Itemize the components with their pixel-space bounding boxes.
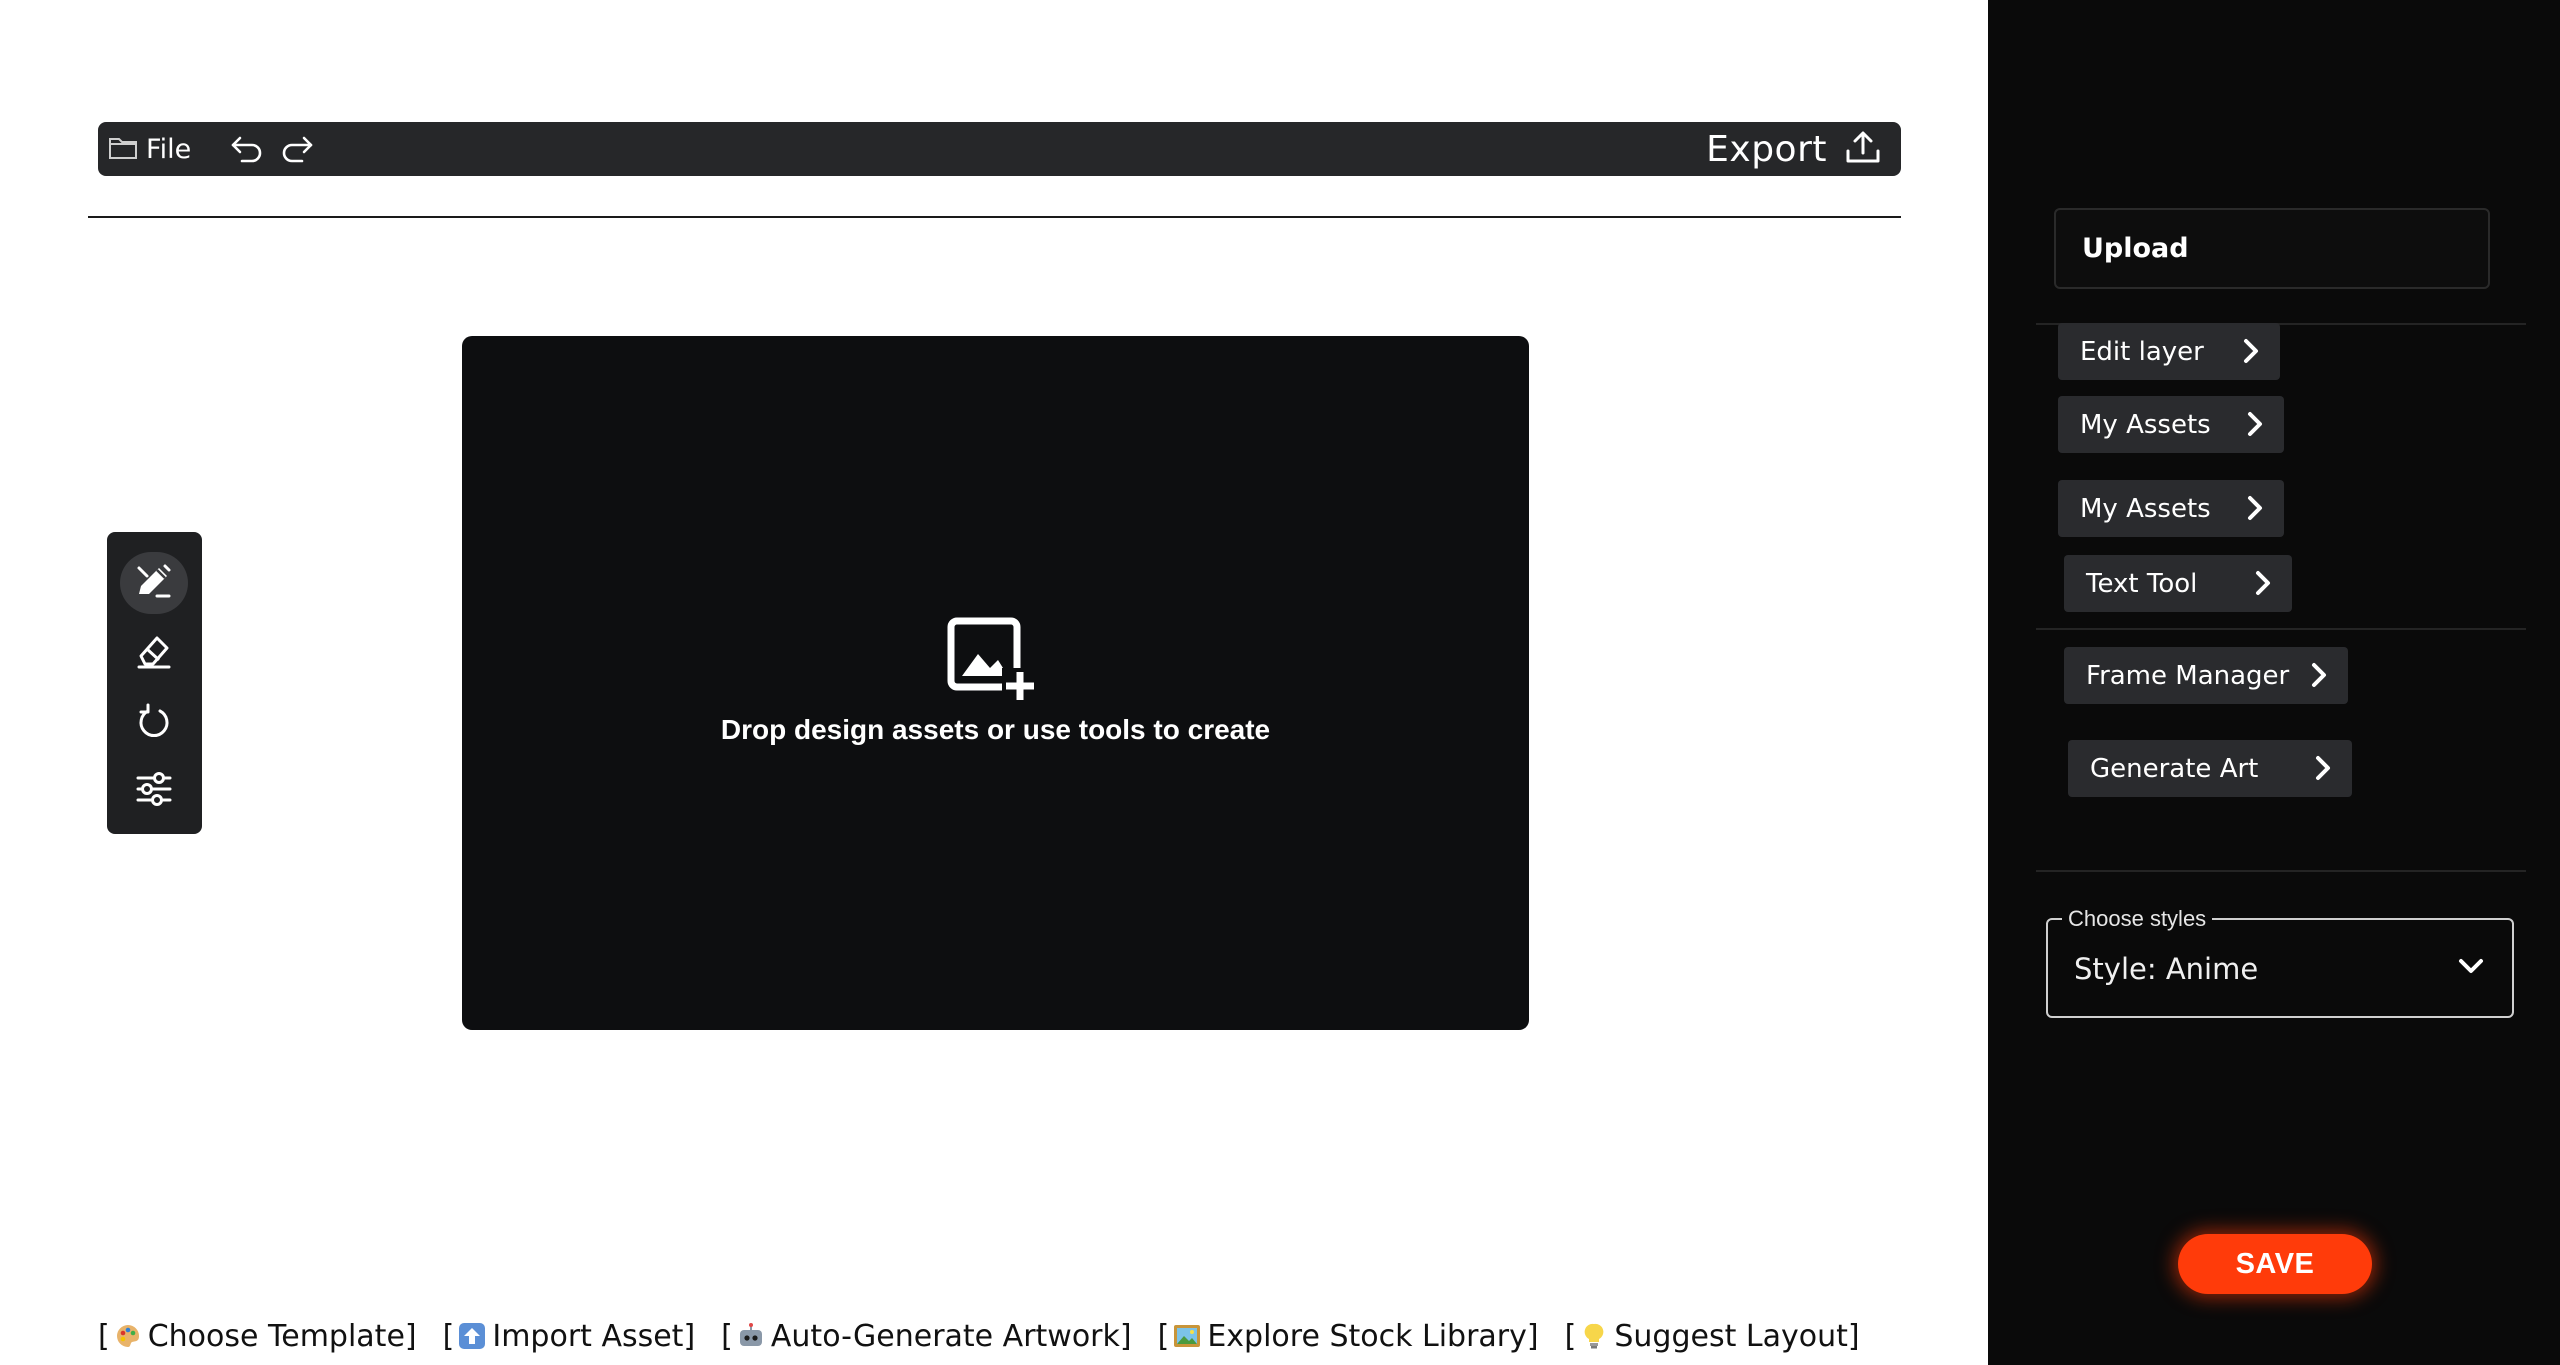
chevron-right-icon bbox=[2244, 494, 2266, 529]
undo-button[interactable] bbox=[228, 134, 268, 166]
redo-icon bbox=[276, 132, 316, 168]
undo-icon bbox=[228, 132, 268, 168]
add-image-icon bbox=[946, 616, 1038, 702]
redo-button[interactable] bbox=[276, 134, 316, 166]
import-asset-action[interactable]: [ Import Asset ] bbox=[443, 1319, 696, 1354]
style-select-value: Style: Anime bbox=[2074, 952, 2259, 986]
sidebar-item-label: My Assets bbox=[2080, 493, 2211, 524]
rotate-tool[interactable] bbox=[120, 692, 188, 754]
sidebar-item-label: Edit layer bbox=[2080, 336, 2204, 367]
sidebar-item-my-assets-2[interactable]: My Assets bbox=[2058, 480, 2284, 537]
chevron-right-icon bbox=[2252, 569, 2274, 604]
explore-stock-library-action[interactable]: [ Explore Stock Library ] bbox=[1158, 1319, 1539, 1354]
sidebar-divider bbox=[2036, 628, 2526, 630]
adjustments-tool[interactable] bbox=[120, 760, 188, 822]
sidebar-item-frame-manager[interactable]: Frame Manager bbox=[2064, 647, 2348, 704]
palette-emoji bbox=[114, 1322, 142, 1350]
style-select[interactable]: Choose styles Style: Anime bbox=[2046, 906, 2514, 1018]
framed-picture-emoji bbox=[1173, 1322, 1201, 1350]
right-sidebar: Upload Edit layer My Assets My Assets Te… bbox=[1988, 0, 2560, 1365]
sidebar-item-edit-layer[interactable]: Edit layer bbox=[2058, 323, 2280, 380]
eraser-icon bbox=[135, 632, 173, 674]
lightbulb-emoji bbox=[1580, 1322, 1608, 1350]
upload-label: Upload bbox=[2082, 233, 2189, 264]
draw-edit-icon bbox=[135, 562, 173, 604]
canvas-hint-text: Drop design assets or use tools to creat… bbox=[720, 714, 1271, 745]
choose-template-action[interactable]: [ Choose Template ] bbox=[98, 1319, 417, 1354]
sidebar-item-my-assets[interactable]: My Assets bbox=[2058, 396, 2284, 453]
upload-field[interactable]: Upload bbox=[2054, 208, 2490, 289]
file-menu-button[interactable]: File bbox=[108, 122, 191, 176]
chevron-down-icon bbox=[2456, 954, 2486, 982]
sidebar-item-label: Text Tool bbox=[2086, 568, 2198, 599]
sidebar-item-label: Generate Art bbox=[2090, 753, 2259, 784]
suggest-layout-action[interactable]: [ Suggest Layout ] bbox=[1565, 1319, 1860, 1354]
eraser-tool[interactable] bbox=[120, 622, 188, 684]
choose-template-label: Choose Template bbox=[147, 1318, 405, 1354]
export-label: Export bbox=[1706, 128, 1827, 170]
tool-palette bbox=[107, 532, 202, 834]
save-button[interactable]: SAVE bbox=[2178, 1234, 2372, 1294]
upload-icon bbox=[1845, 129, 1881, 169]
up-arrow-emoji bbox=[458, 1322, 486, 1350]
chevron-right-icon bbox=[2240, 337, 2262, 372]
chevron-right-icon bbox=[2244, 410, 2266, 445]
file-menu-label: File bbox=[146, 133, 192, 165]
suggest-layout-label: Suggest Layout bbox=[1614, 1318, 1848, 1354]
sidebar-item-generate-art[interactable]: Generate Art bbox=[2068, 740, 2352, 797]
chevron-right-icon bbox=[2312, 754, 2334, 789]
sidebar-item-label: Frame Manager bbox=[2086, 660, 2290, 691]
top-toolbar: File Export bbox=[98, 122, 1901, 176]
import-asset-label: Import Asset bbox=[492, 1318, 684, 1354]
editor-main: File Export Drop design assets or use to… bbox=[0, 0, 1988, 1365]
design-canvas[interactable]: Drop design assets or use tools to creat… bbox=[462, 336, 1529, 1030]
quick-action-bar: [ Choose Template ] [ Import Asset] [A… bbox=[98, 1316, 1886, 1356]
sidebar-divider bbox=[2036, 870, 2526, 872]
folder-icon bbox=[108, 134, 138, 164]
export-button[interactable]: Export bbox=[1706, 122, 1881, 176]
auto-generate-artwork-label: Auto-Generate Artwork bbox=[770, 1318, 1120, 1354]
chevron-right-icon bbox=[2308, 661, 2330, 696]
robot-emoji bbox=[737, 1322, 765, 1350]
explore-stock-library-label: Explore Stock Library bbox=[1207, 1318, 1527, 1354]
style-select-legend: Choose styles bbox=[2062, 906, 2213, 932]
auto-generate-artwork-action[interactable]: [ Auto-Generate Artwork ] bbox=[721, 1319, 1131, 1354]
sliders-icon bbox=[135, 770, 173, 812]
toolbar-divider bbox=[88, 216, 1901, 218]
rotate-icon bbox=[135, 702, 173, 744]
sidebar-item-label: My Assets bbox=[2080, 409, 2211, 440]
draw-edit-tool[interactable] bbox=[120, 552, 188, 614]
sidebar-item-text-tool[interactable]: Text Tool bbox=[2064, 555, 2292, 612]
